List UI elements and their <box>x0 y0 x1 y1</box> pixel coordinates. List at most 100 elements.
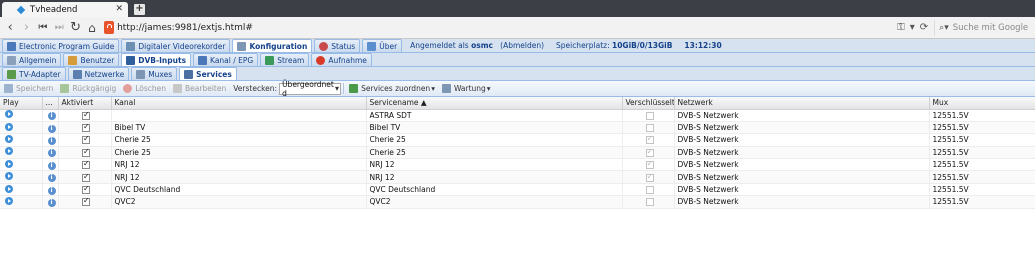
mux-cell[interactable]: 12551.5V <box>929 170 1035 184</box>
netzwerk-cell[interactable]: DVB-S Netzwerk <box>674 170 930 184</box>
enabled-checkbox[interactable] <box>82 134 90 145</box>
netzwerk-cell[interactable]: DVB-S Netzwerk <box>674 183 930 197</box>
col-play[interactable]: Play <box>0 97 43 110</box>
new-tab-button[interactable]: + <box>134 4 145 15</box>
dropdown-icon[interactable]: ▾ <box>910 22 915 33</box>
kanal-cell[interactable]: QVC2 <box>111 195 367 209</box>
info-icon[interactable]: i <box>47 149 56 158</box>
col-more[interactable]: ... <box>42 97 59 110</box>
tab-allgemein[interactable]: Allgemein <box>2 53 62 66</box>
url-bar[interactable]: http://james:9981/extjs.html# <box>117 20 897 36</box>
search-box[interactable]: ⌕▾ Suche mit Google <box>934 19 1031 36</box>
servicename-cell[interactable]: Cherie 25 <box>366 133 623 147</box>
maintenance-button[interactable]: Wartung ▾ <box>441 84 491 93</box>
save-button[interactable]: Speichern <box>4 84 53 93</box>
play-icon[interactable] <box>5 184 13 193</box>
netzwerk-cell[interactable]: DVB-S Netzwerk <box>674 133 930 147</box>
table-row[interactable]: i Bibel TVBibel TV DVB-S Netzwerk12551.5V <box>0 121 1035 135</box>
tab-dvb-inputs[interactable]: DVB-Inputs <box>121 53 192 66</box>
encrypted-checkbox[interactable] <box>645 134 654 145</box>
undo-button[interactable]: Rückgängig <box>60 84 116 93</box>
mux-cell[interactable]: 12551.5V <box>929 109 1035 122</box>
mux-cell[interactable]: 12551.5V <box>929 121 1035 135</box>
netzwerk-cell[interactable]: DVB-S Netzwerk <box>674 158 930 172</box>
netzwerk-cell[interactable]: DVB-S Netzwerk <box>674 195 930 209</box>
col-kanal[interactable]: Kanal <box>111 97 367 110</box>
info-icon[interactable]: i <box>47 161 56 170</box>
kanal-cell[interactable]: QVC Deutschland <box>111 183 367 197</box>
netzwerk-cell[interactable]: DVB-S Netzwerk <box>674 109 930 122</box>
insecure-lock-icon[interactable] <box>104 21 115 34</box>
kanal-cell[interactable] <box>111 109 367 122</box>
tab-about[interactable]: Über <box>362 39 403 52</box>
play-icon[interactable] <box>5 134 13 143</box>
mux-cell[interactable]: 12551.5V <box>929 146 1035 160</box>
mux-cell[interactable]: 12551.5V <box>929 183 1035 197</box>
enabled-checkbox[interactable] <box>82 122 90 133</box>
tab-tv-adapter[interactable]: TV-Adapter <box>2 67 66 80</box>
table-row[interactable]: i Cherie 25Cherie 25 DVB-S Netzwerk12551.5… <box>0 133 1035 147</box>
close-tab-icon[interactable]: ✕ <box>115 4 123 14</box>
encrypted-checkbox[interactable] <box>645 172 654 182</box>
servicename-cell[interactable]: QVC Deutschland <box>366 183 623 197</box>
logout-link[interactable]: (Abmelden) <box>500 41 544 50</box>
encrypted-checkbox[interactable] <box>645 111 654 120</box>
info-icon[interactable]: i <box>47 186 56 195</box>
info-icon[interactable]: i <box>47 112 56 121</box>
mux-cell[interactable]: 12551.5V <box>929 195 1035 209</box>
play-icon[interactable] <box>5 122 13 131</box>
map-services-button[interactable]: Services zuordnen ▾ <box>349 84 435 93</box>
mux-cell[interactable]: 12551.5V <box>929 133 1035 147</box>
servicename-cell[interactable]: Bibel TV <box>366 121 623 135</box>
forward-icon[interactable]: › <box>20 20 32 36</box>
netzwerk-cell[interactable]: DVB-S Netzwerk <box>674 146 930 160</box>
col-netzwerk[interactable]: Netzwerk <box>674 97 930 110</box>
table-row[interactable]: i QVC DeutschlandQVC Deutschland DVB-S Net… <box>0 183 1035 197</box>
table-row[interactable]: i Cherie 25Cherie 25 DVB-S Netzwerk12551.5… <box>0 146 1035 160</box>
enabled-checkbox[interactable] <box>82 184 90 195</box>
tab-stream[interactable]: Stream <box>260 53 310 66</box>
col-mux[interactable]: Mux <box>929 97 1035 110</box>
enabled-checkbox[interactable] <box>82 196 90 207</box>
table-row[interactable]: i ASTRA SDT DVB-S Netzwerk12551.5V <box>0 109 1035 122</box>
info-icon[interactable]: i <box>47 136 56 145</box>
tab-services[interactable]: Services <box>179 67 237 80</box>
table-row[interactable]: i NRJ 12NRJ 12 DVB-S Netzwerk12551.5V <box>0 158 1035 172</box>
encrypted-checkbox[interactable] <box>645 147 654 157</box>
encrypted-checkbox[interactable] <box>645 186 654 195</box>
tab-konfiguration[interactable]: Konfiguration <box>232 39 313 52</box>
servicename-cell[interactable]: NRJ 12 <box>366 170 623 184</box>
info-icon[interactable]: i <box>47 174 56 183</box>
kanal-cell[interactable]: Cherie 25 <box>111 146 367 160</box>
servicename-cell[interactable]: NRJ 12 <box>366 158 623 172</box>
tab-epg[interactable]: Electronic Program Guide <box>2 39 120 52</box>
servicename-cell[interactable]: QVC2 <box>366 195 623 209</box>
hide-select[interactable]: Übergeordnet d <box>279 80 342 98</box>
play-icon[interactable] <box>5 147 13 156</box>
col-aktiviert[interactable]: Aktiviert <box>58 97 112 110</box>
enabled-checkbox[interactable] <box>82 172 90 182</box>
reload-icon[interactable]: ↻ <box>69 20 81 36</box>
first-page-icon[interactable]: ⏮ <box>37 20 49 36</box>
tab-kanal-epg[interactable]: Kanal / EPG <box>193 53 259 66</box>
col-servicename[interactable]: Servicename ▲ <box>366 97 623 110</box>
info-icon[interactable]: i <box>47 198 56 207</box>
netzwerk-cell[interactable]: DVB-S Netzwerk <box>674 121 930 135</box>
servicename-cell[interactable]: ASTRA SDT <box>366 109 623 122</box>
table-row[interactable]: i QVC2QVC2 DVB-S Netzwerk12551.5V <box>0 195 1035 209</box>
info-icon[interactable]: i <box>47 124 56 133</box>
kanal-cell[interactable]: Bibel TV <box>111 121 367 135</box>
enabled-checkbox[interactable] <box>82 110 90 120</box>
tab-status[interactable]: Status <box>314 39 361 52</box>
sync-icon[interactable]: ⟳ <box>920 22 928 33</box>
col-verschluesselt[interactable]: Verschlüsselt <box>622 97 675 110</box>
table-row[interactable]: i NRJ 12NRJ 12 DVB-S Netzwerk12551.5V <box>0 170 1035 184</box>
enabled-checkbox[interactable] <box>82 159 90 170</box>
tab-aufnahme[interactable]: Aufnahme <box>311 53 372 66</box>
encrypted-checkbox[interactable] <box>645 198 654 207</box>
back-icon[interactable]: ‹ <box>4 20 16 36</box>
play-icon[interactable] <box>5 196 13 205</box>
encrypted-checkbox[interactable] <box>645 159 654 170</box>
play-icon[interactable] <box>5 172 13 181</box>
kanal-cell[interactable]: NRJ 12 <box>111 158 367 172</box>
